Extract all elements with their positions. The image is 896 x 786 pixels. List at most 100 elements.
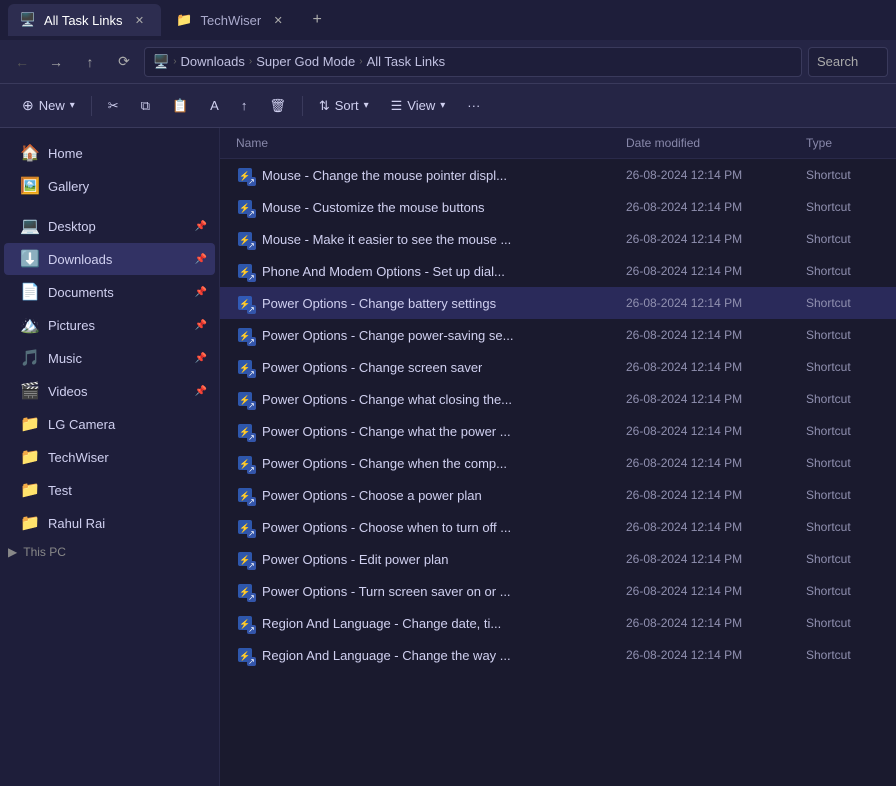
back-button[interactable]: ←: [8, 48, 36, 76]
sidebar-item-rahul-rai[interactable]: 📁 Rahul Rai: [4, 507, 215, 539]
file-shortcut-icon: ⚡: [236, 294, 254, 312]
column-date[interactable]: Date modified: [618, 132, 798, 154]
file-shortcut-icon: ⚡: [236, 262, 254, 280]
music-icon: 🎵: [20, 348, 38, 368]
file-name-text: Power Options - Choose a power plan: [262, 488, 482, 503]
sidebar-item-techwiser[interactable]: 📁 TechWiser: [4, 441, 215, 473]
file-type: Shortcut: [798, 516, 888, 538]
copy-button[interactable]: ⧉: [131, 91, 160, 121]
svg-text:⚡: ⚡: [239, 170, 250, 182]
up-button[interactable]: ↑: [76, 48, 104, 76]
table-row[interactable]: ⚡Power Options - Change screen saver26-0…: [220, 351, 896, 383]
sidebar-item-pictures[interactable]: 🏔️ Pictures 📌: [4, 309, 215, 341]
svg-text:⚡: ⚡: [239, 618, 250, 630]
file-date: 26-08-2024 12:14 PM: [618, 164, 798, 186]
sidebar-desktop-label: Desktop: [48, 219, 96, 234]
sidebar-test-label: Test: [48, 483, 72, 498]
file-name-text: Power Options - Change screen saver: [262, 360, 482, 375]
file-date: 26-08-2024 12:14 PM: [618, 580, 798, 602]
file-type: Shortcut: [798, 164, 888, 186]
file-date: 26-08-2024 12:14 PM: [618, 484, 798, 506]
title-bar: 🖥️ All Task Links ✕ 📁 TechWiser ✕ +: [0, 0, 896, 40]
column-name[interactable]: Name: [228, 132, 618, 154]
file-type: Shortcut: [798, 228, 888, 250]
file-name-text: Mouse - Customize the mouse buttons: [262, 200, 485, 215]
file-name-cell: ⚡ Mouse - Change the mouse pointer displ.…: [228, 162, 618, 188]
table-row[interactable]: ⚡Power Options - Change power-saving se.…: [220, 319, 896, 351]
sidebar-item-gallery[interactable]: 🖼️ Gallery: [4, 170, 215, 202]
svg-text:⚡: ⚡: [239, 554, 250, 566]
column-type[interactable]: Type: [798, 132, 888, 154]
file-date: 26-08-2024 12:14 PM: [618, 516, 798, 538]
new-tab-button[interactable]: +: [303, 6, 331, 34]
file-date: 26-08-2024 12:14 PM: [618, 644, 798, 666]
rename-button[interactable]: A: [200, 91, 229, 121]
file-name-cell: ⚡Power Options - Edit power plan: [228, 546, 618, 572]
svg-text:⚡: ⚡: [239, 330, 250, 342]
table-row[interactable]: ⚡Power Options - Turn screen saver on or…: [220, 575, 896, 607]
file-name-text: Mouse - Change the mouse pointer displ..…: [262, 168, 507, 183]
table-row[interactable]: ⚡Power Options - Change what the power .…: [220, 415, 896, 447]
file-name-text: Region And Language - Change the way ...: [262, 648, 511, 663]
table-row[interactable]: ⚡Region And Language - Change date, ti..…: [220, 607, 896, 639]
table-row[interactable]: ⚡ Mouse - Change the mouse pointer displ.…: [220, 159, 896, 191]
table-row[interactable]: ⚡Power Options - Choose when to turn off…: [220, 511, 896, 543]
new-button[interactable]: ⊕ New ▾: [12, 91, 85, 121]
sidebar-item-music[interactable]: 🎵 Music 📌: [4, 342, 215, 374]
sidebar-item-videos[interactable]: 🎬 Videos 📌: [4, 375, 215, 407]
file-name-cell: ⚡Power Options - Change screen saver: [228, 354, 618, 380]
tab-close-techwiser[interactable]: ✕: [269, 11, 287, 29]
copy-icon: ⧉: [141, 98, 150, 114]
file-type: Shortcut: [798, 196, 888, 218]
tab-label-all-task-links: All Task Links: [44, 13, 123, 28]
file-name-text: Power Options - Turn screen saver on or …: [262, 584, 511, 599]
forward-button[interactable]: →: [42, 48, 70, 76]
tab-all-task-links[interactable]: 🖥️ All Task Links ✕: [8, 4, 161, 36]
tab-close-all-task-links[interactable]: ✕: [131, 11, 149, 29]
table-row[interactable]: ⚡Power Options - Edit power plan26-08-20…: [220, 543, 896, 575]
breadcrumb-downloads[interactable]: Downloads: [181, 54, 245, 69]
table-row[interactable]: ⚡Mouse - Make it easier to see the mouse…: [220, 223, 896, 255]
file-name-cell: ⚡Region And Language - Change date, ti..…: [228, 610, 618, 636]
refresh-button[interactable]: ⟳: [110, 48, 138, 76]
more-button[interactable]: ···: [457, 91, 490, 121]
file-type: Shortcut: [798, 388, 888, 410]
breadcrumb[interactable]: 🖥️ › Downloads › Super God Mode › All Ta…: [144, 47, 802, 77]
sidebar-item-desktop[interactable]: 💻 Desktop 📌: [4, 210, 215, 242]
file-name-cell: ⚡ Region And Language - Change the way ..…: [228, 642, 618, 668]
sidebar-item-documents[interactable]: 📄 Documents 📌: [4, 276, 215, 308]
file-shortcut-icon: ⚡: [236, 166, 254, 184]
sidebar-item-home[interactable]: 🏠 Home: [4, 137, 215, 169]
file-name-text: Power Options - Change what closing the.…: [262, 392, 512, 407]
share-button[interactable]: ↑: [231, 91, 258, 121]
file-area: Name Date modified Type ⚡ Mouse - Change …: [220, 128, 896, 786]
table-row[interactable]: ⚡Power Options - Change battery settings…: [220, 287, 896, 319]
sidebar-item-lg-camera[interactable]: 📁 LG Camera: [4, 408, 215, 440]
table-row[interactable]: ⚡Power Options - Change when the comp...…: [220, 447, 896, 479]
delete-icon: 🗑: [269, 98, 286, 114]
view-button[interactable]: ☰ View ▾: [381, 91, 456, 121]
share-icon: ↑: [241, 98, 248, 113]
table-row[interactable]: ⚡Mouse - Customize the mouse buttons26-0…: [220, 191, 896, 223]
sidebar-item-test[interactable]: 📁 Test: [4, 474, 215, 506]
view-chevron: ▾: [440, 100, 445, 111]
sidebar-documents-label: Documents: [48, 285, 114, 300]
table-row[interactable]: ⚡Phone And Modem Options - Set up dial..…: [220, 255, 896, 287]
file-name-cell: ⚡Phone And Modem Options - Set up dial..…: [228, 258, 618, 284]
sort-button[interactable]: ⇅ Sort ▾: [309, 91, 379, 121]
table-row[interactable]: ⚡ Region And Language - Change the way ..…: [220, 639, 896, 671]
table-row[interactable]: ⚡ Power Options - Change what closing the…: [220, 383, 896, 415]
file-shortcut-icon: ⚡: [236, 646, 254, 664]
file-name-text: Power Options - Choose when to turn off …: [262, 520, 511, 535]
cut-button[interactable]: ✂: [98, 91, 129, 121]
breadcrumb-all-task-links[interactable]: All Task Links: [367, 54, 446, 69]
delete-button[interactable]: 🗑: [259, 91, 296, 121]
breadcrumb-super-god-mode[interactable]: Super God Mode: [256, 54, 355, 69]
search-box[interactable]: Search: [808, 47, 888, 77]
table-row[interactable]: ⚡Power Options - Choose a power plan26-0…: [220, 479, 896, 511]
sidebar-item-this-pc[interactable]: ▶ This PC: [0, 540, 219, 564]
file-shortcut-icon: ⚡: [236, 390, 254, 408]
tab-techwiser[interactable]: 📁 TechWiser ✕: [165, 4, 300, 36]
paste-button[interactable]: 📋: [162, 91, 198, 121]
sidebar-item-downloads[interactable]: ⬇️ Downloads 📌: [4, 243, 215, 275]
